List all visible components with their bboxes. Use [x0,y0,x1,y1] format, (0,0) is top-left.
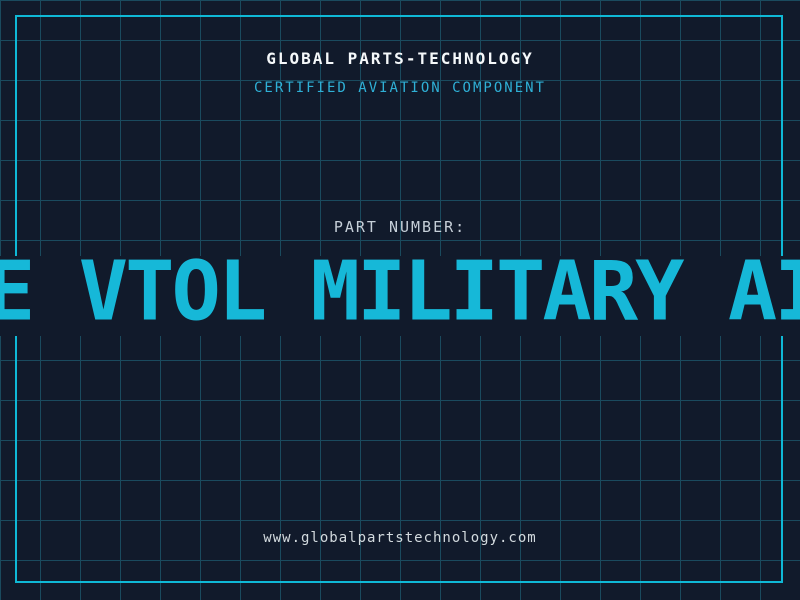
part-name-marquee-band: E VTOL MILITARY AIR [0,256,800,336]
brand-title: GLOBAL PARTS-TECHNOLOGY [0,49,800,68]
part-number-label: PART NUMBER: [0,218,800,236]
grid-background: GLOBAL PARTS-TECHNOLOGY CERTIFIED AVIATI… [0,0,800,600]
part-name-marquee-text: E VTOL MILITARY AIR [0,256,800,336]
brand-subtitle: CERTIFIED AVIATION COMPONENT [0,80,800,96]
website-url: www.globalpartstechnology.com [0,530,800,546]
